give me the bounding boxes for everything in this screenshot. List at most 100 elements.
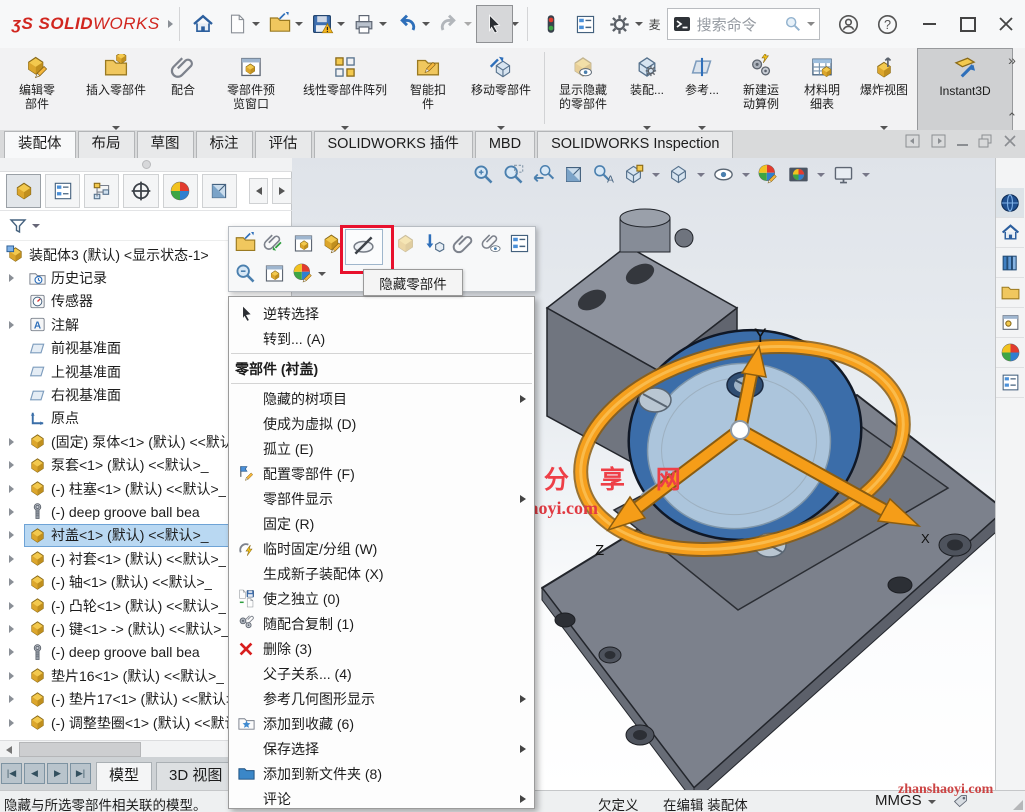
new-document-button[interactable] xyxy=(220,6,254,42)
menu-item-add-to-new-folder[interactable]: 添加到新文件夹 (8) xyxy=(229,761,534,786)
ribbon-collapse-chevron[interactable]: ⌃ xyxy=(1007,110,1018,126)
pane-previous-icon[interactable] xyxy=(905,133,921,149)
tab-layout[interactable]: 布局 xyxy=(78,131,135,158)
home-button[interactable] xyxy=(186,6,220,42)
search-dropdown[interactable] xyxy=(807,22,815,26)
options-button[interactable] xyxy=(602,6,636,42)
display-style-icon[interactable] xyxy=(667,163,690,186)
hide-show-items-dropdown[interactable] xyxy=(742,173,750,177)
ribbon-move-component-button[interactable]: 移动零部件 xyxy=(460,48,542,134)
previous-view-icon[interactable] xyxy=(532,163,555,186)
view-orientation-dropdown[interactable] xyxy=(652,173,660,177)
appearance-context-icon[interactable] xyxy=(290,260,316,286)
tab-inspection[interactable]: SOLIDWORKS Inspection xyxy=(537,131,733,158)
appearances-button[interactable] xyxy=(996,338,1024,368)
mate-context-icon[interactable] xyxy=(261,230,287,256)
document-minimize-icon[interactable] xyxy=(957,144,968,146)
edit-in-context-icon[interactable] xyxy=(290,230,316,256)
tab-assembly[interactable]: 装配体 xyxy=(4,131,76,158)
property-manager-tab[interactable] xyxy=(45,174,80,208)
redo-button[interactable] xyxy=(432,6,466,42)
appearance-context-dropdown[interactable] xyxy=(318,272,326,276)
menu-item-parent-child[interactable]: 父子关系... (4) xyxy=(229,661,534,686)
hide-show-items-icon[interactable] xyxy=(712,163,735,186)
menu-item-add-to-favorites[interactable]: 添加到收藏 (6) xyxy=(229,711,534,736)
ribbon-reference-geometry-button[interactable]: 参考... xyxy=(675,48,729,134)
dimxpert-manager-tab[interactable] xyxy=(123,174,158,208)
nav-next-button[interactable]: ▶ xyxy=(47,763,68,784)
close-button[interactable] xyxy=(987,6,1025,42)
minimize-button[interactable] xyxy=(910,6,948,42)
menu-item-component-display[interactable]: 零部件显示 xyxy=(229,486,534,511)
ribbon-show-hidden-button[interactable]: 显示隐藏 的零部件 xyxy=(547,48,619,134)
triad-center-handle[interactable] xyxy=(731,421,749,439)
file-explorer-button[interactable] xyxy=(996,278,1024,308)
command-search-box[interactable]: 搜索命令 xyxy=(667,8,820,40)
menu-item-reference-geometry-display[interactable]: 参考几何图形显示 xyxy=(229,686,534,711)
apply-scene-dropdown[interactable] xyxy=(817,173,825,177)
edit-appearance-icon[interactable] xyxy=(757,163,780,186)
zoom-to-area-icon[interactable] xyxy=(502,163,525,186)
menu-item-make-virtual[interactable]: 使成为虚拟 (D) xyxy=(229,411,534,436)
zoom-to-selection-icon[interactable] xyxy=(232,260,258,286)
tab-markup[interactable]: 标注 xyxy=(196,131,253,158)
menu-item-delete[interactable]: 删除 (3) xyxy=(229,636,534,661)
menu-item-comment[interactable]: 评论 xyxy=(229,786,534,811)
interference-check-button[interactable] xyxy=(534,6,568,42)
configuration-manager-tab[interactable] xyxy=(84,174,119,208)
tab-mbd[interactable]: MBD xyxy=(475,131,535,158)
3d-views-tab[interactable]: 3D 视图 xyxy=(156,762,235,790)
tab-sketch[interactable]: 草图 xyxy=(137,131,194,158)
print-button[interactable] xyxy=(347,6,381,42)
search-icon[interactable] xyxy=(784,15,802,33)
menu-item-copy-with-mates[interactable]: 随配合复制 (1) xyxy=(229,611,534,636)
open-component-icon[interactable] xyxy=(232,230,258,256)
menu-item-invert-selection[interactable]: 逆转选择 xyxy=(229,301,534,326)
ribbon-assembly-features-button[interactable]: 装配... xyxy=(619,48,675,134)
show-component-icon[interactable] xyxy=(392,230,418,256)
ribbon-linear-pattern-button[interactable]: 线性零部件阵列 xyxy=(294,48,396,134)
menu-item-save-selection[interactable]: 保存选择 xyxy=(229,736,534,761)
ribbon-exploded-view-button[interactable]: 爆炸视图 xyxy=(851,48,917,134)
feature-manager-tab[interactable] xyxy=(6,174,41,208)
menu-item-form-new-subassembly[interactable]: 生成新子装配体 (X) xyxy=(229,561,534,586)
solidworks-resources-button[interactable] xyxy=(996,188,1024,218)
tab-addins[interactable]: SOLIDWORKS 插件 xyxy=(314,131,473,158)
view-mates-icon[interactable] xyxy=(450,230,476,256)
ribbon-smart-fasteners-button[interactable]: 智能扣 件 xyxy=(396,48,460,134)
view-orientation-icon[interactable] xyxy=(622,163,645,186)
menu-item-isolate[interactable]: 孤立 (E) xyxy=(229,436,534,461)
display-style-dropdown[interactable] xyxy=(697,173,705,177)
panel-tab-scroll-right[interactable] xyxy=(272,178,292,204)
section-view-icon[interactable] xyxy=(562,163,585,186)
view-settings-dropdown[interactable] xyxy=(862,173,870,177)
design-library-button[interactable] xyxy=(996,248,1024,278)
ribbon-mate-button[interactable]: 配合 xyxy=(158,48,208,134)
zoom-to-fit-icon[interactable] xyxy=(472,163,495,186)
ribbon-instant3d-button[interactable]: Instant3D xyxy=(917,48,1013,136)
logo-expand-arrow[interactable] xyxy=(168,20,173,28)
ribbon-overflow-chevron[interactable]: » xyxy=(1008,52,1016,68)
pane-next-icon[interactable] xyxy=(931,133,947,149)
maximize-button[interactable] xyxy=(949,6,987,42)
document-restore-icon[interactable] xyxy=(978,134,993,149)
filter-funnel-icon[interactable] xyxy=(8,216,28,236)
select-tool-button[interactable] xyxy=(476,5,512,43)
ribbon-insert-component-button[interactable]: 插入零部件 xyxy=(74,48,158,134)
undo-button[interactable] xyxy=(389,6,423,42)
view-settings-icon[interactable] xyxy=(832,163,855,186)
open-button[interactable] xyxy=(262,6,296,42)
scroll-left-arrow[interactable] xyxy=(0,742,17,758)
help-button[interactable] xyxy=(870,6,904,42)
ribbon-edit-component-button[interactable]: 编辑零 部件 xyxy=(0,48,74,134)
model-tab[interactable]: 模型 xyxy=(96,762,152,790)
display-manager-tab[interactable] xyxy=(163,174,198,208)
menu-item-temporary-fix[interactable]: 临时固定/分组 (W) xyxy=(229,536,534,561)
home-pane-button[interactable] xyxy=(996,218,1024,248)
menu-item-hidden-tree-items[interactable]: 隐藏的树项目 xyxy=(229,386,534,411)
menu-item-configure-component[interactable]: 配置零部件 (F) xyxy=(229,461,534,486)
filter-dropdown[interactable] xyxy=(32,224,40,228)
feature-properties-button[interactable] xyxy=(568,6,602,42)
isolate-icon[interactable] xyxy=(421,230,447,256)
save-button[interactable] xyxy=(305,6,339,42)
